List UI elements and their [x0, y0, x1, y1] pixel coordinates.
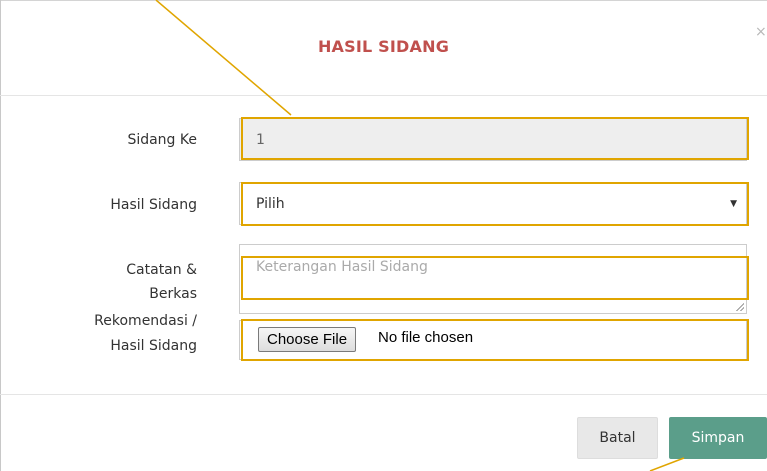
hasil-sidang-label: Hasil Sidang [110, 197, 197, 213]
modal-top-border [0, 0, 767, 1]
batal-button[interactable]: Batal [577, 417, 658, 459]
sidang-ke-input: 1 [239, 118, 747, 161]
modal-dialog: HASIL SIDANG × Sidang Ke 1 Hasil Sidang … [0, 0, 767, 471]
modal-left-border [0, 0, 1, 471]
catatan-label-line-4: Hasil Sidang [110, 338, 197, 354]
file-input[interactable]: Choose File No file chosen [239, 320, 747, 360]
keterangan-placeholder: Keterangan Hasil Sidang [256, 259, 428, 275]
annotation-lines [155, 0, 685, 471]
keterangan-textarea[interactable]: Keterangan Hasil Sidang [239, 244, 747, 314]
choose-file-button[interactable]: Choose File [258, 327, 357, 352]
modal-title: HASIL SIDANG [317, 37, 450, 56]
sidang-ke-value: 1 [256, 131, 265, 148]
catatan-label-line-2: Berkas [149, 286, 197, 302]
hasil-sidang-selected: Pilih [256, 195, 285, 212]
close-icon[interactable]: × [755, 24, 767, 40]
annotation-line-bottom [649, 457, 685, 471]
hasil-sidang-select[interactable]: Pilih ▼ [239, 182, 747, 225]
simpan-button[interactable]: Simpan [669, 417, 767, 459]
header-divider [0, 95, 767, 96]
caret-down-icon: ▼ [730, 198, 737, 209]
footer-divider [0, 394, 767, 395]
resize-grip-icon[interactable] [736, 303, 744, 311]
catatan-label-line-1: Catatan & [126, 262, 197, 278]
file-status-text: No file chosen [378, 329, 474, 346]
catatan-label-line-3: Rekomendasi / [94, 313, 197, 329]
sidang-ke-label: Sidang Ke [127, 132, 197, 148]
annotation-line-top [155, 0, 292, 116]
